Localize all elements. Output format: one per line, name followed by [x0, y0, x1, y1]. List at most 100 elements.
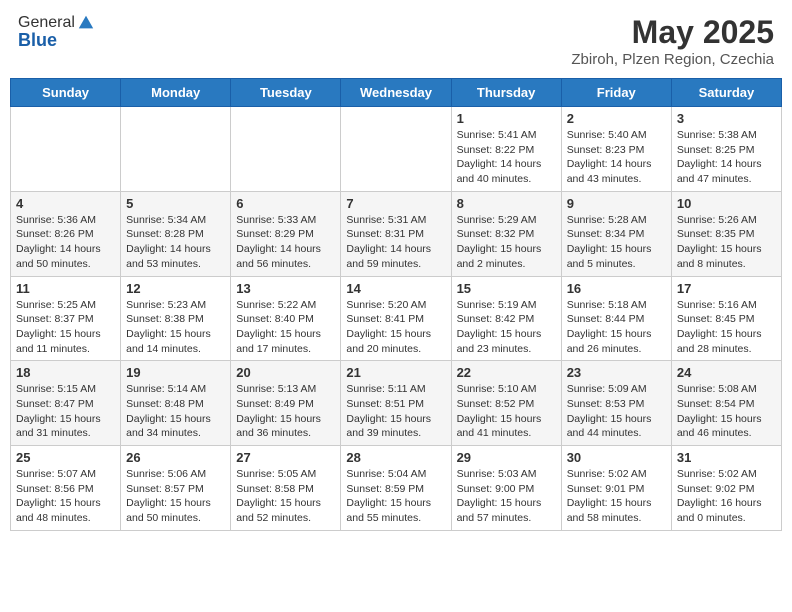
calendar-cell: 16 Sunrise: 5:18 AMSunset: 8:44 PMDayligh…: [561, 276, 671, 361]
day-info: Sunrise: 5:38 AMSunset: 8:25 PMDaylight:…: [677, 128, 776, 187]
day-number: 1: [457, 111, 556, 126]
day-number: 16: [567, 281, 666, 296]
day-number: 6: [236, 196, 335, 211]
day-number: 19: [126, 365, 225, 380]
calendar-week-3: 11Sunrise: 5:25 AMSunset: 8:37 PMDayligh…: [11, 276, 782, 361]
title-block: May 2025 Zbiroh, Plzen Region, Czechia: [571, 14, 774, 68]
calendar-cell: 18Sunrise: 5:15 AMSunset: 8:47 PMDayligh…: [11, 361, 121, 446]
calendar-cell: 5 Sunrise: 5:34 AMSunset: 8:28 PMDaylight…: [121, 191, 231, 276]
day-number: 25: [16, 450, 115, 465]
calendar-cell: 9 Sunrise: 5:28 AMSunset: 8:34 PMDaylight…: [561, 191, 671, 276]
calendar-header-thursday: Thursday: [451, 79, 561, 107]
day-info: Sunrise: 5:04 AMSunset: 8:59 PMDaylight:…: [346, 467, 445, 526]
calendar-week-4: 18Sunrise: 5:15 AMSunset: 8:47 PMDayligh…: [11, 361, 782, 446]
day-number: 17: [677, 281, 776, 296]
calendar-header-saturday: Saturday: [671, 79, 781, 107]
day-number: 28: [346, 450, 445, 465]
calendar-week-5: 25Sunrise: 5:07 AMSunset: 8:56 PMDayligh…: [11, 446, 782, 531]
day-info: Sunrise: 5:40 AMSunset: 8:23 PMDaylight:…: [567, 128, 666, 187]
day-info: Sunrise: 5:16 AMSunset: 8:45 PMDaylight:…: [677, 298, 776, 357]
calendar-header-sunday: Sunday: [11, 79, 121, 107]
day-number: 30: [567, 450, 666, 465]
day-info: Sunrise: 5:05 AMSunset: 8:58 PMDaylight:…: [236, 467, 335, 526]
day-number: 9: [567, 196, 666, 211]
calendar-cell: [121, 107, 231, 192]
logo: General Blue: [18, 14, 95, 51]
day-number: 23: [567, 365, 666, 380]
day-number: 24: [677, 365, 776, 380]
calendar-cell: 13Sunrise: 5:22 AMSunset: 8:40 PMDayligh…: [231, 276, 341, 361]
calendar-header-tuesday: Tuesday: [231, 79, 341, 107]
calendar-cell: 23 Sunrise: 5:09 AMSunset: 8:53 PMDayligh…: [561, 361, 671, 446]
calendar-cell: 22Sunrise: 5:10 AMSunset: 8:52 PMDayligh…: [451, 361, 561, 446]
calendar-cell: [341, 107, 451, 192]
page-title: May 2025: [571, 14, 774, 51]
calendar-header-monday: Monday: [121, 79, 231, 107]
day-info: Sunrise: 5:41 AMSunset: 8:22 PMDaylight:…: [457, 128, 556, 187]
day-info: Sunrise: 5:22 AMSunset: 8:40 PMDaylight:…: [236, 298, 335, 357]
day-info: Sunrise: 5:23 AMSunset: 8:38 PMDaylight:…: [126, 298, 225, 357]
calendar-cell: 4 Sunrise: 5:36 AMSunset: 8:26 PMDaylight…: [11, 191, 121, 276]
calendar-cell: 10Sunrise: 5:26 AMSunset: 8:35 PMDayligh…: [671, 191, 781, 276]
calendar-cell: 19 Sunrise: 5:14 AMSunset: 8:48 PMDayligh…: [121, 361, 231, 446]
calendar-cell: 11Sunrise: 5:25 AMSunset: 8:37 PMDayligh…: [11, 276, 121, 361]
calendar-cell: 20Sunrise: 5:13 AMSunset: 8:49 PMDayligh…: [231, 361, 341, 446]
calendar-cell: 2 Sunrise: 5:40 AMSunset: 8:23 PMDaylight…: [561, 107, 671, 192]
day-info: Sunrise: 5:09 AMSunset: 8:53 PMDaylight:…: [567, 382, 666, 441]
day-info: Sunrise: 5:02 AMSunset: 9:01 PMDaylight:…: [567, 467, 666, 526]
calendar-header-wednesday: Wednesday: [341, 79, 451, 107]
calendar-cell: 24 Sunrise: 5:08 AMSunset: 8:54 PMDayligh…: [671, 361, 781, 446]
day-number: 14: [346, 281, 445, 296]
calendar-week-2: 4 Sunrise: 5:36 AMSunset: 8:26 PMDaylight…: [11, 191, 782, 276]
day-info: Sunrise: 5:31 AMSunset: 8:31 PMDaylight:…: [346, 213, 445, 272]
day-info: Sunrise: 5:20 AMSunset: 8:41 PMDaylight:…: [346, 298, 445, 357]
logo-blue-text: Blue: [18, 30, 95, 51]
day-info: Sunrise: 5:02 AMSunset: 9:02 PMDaylight:…: [677, 467, 776, 526]
day-number: 27: [236, 450, 335, 465]
calendar-table: SundayMondayTuesdayWednesdayThursdayFrid…: [10, 78, 782, 531]
day-number: 31: [677, 450, 776, 465]
day-number: 5: [126, 196, 225, 211]
calendar-cell: 12 Sunrise: 5:23 AMSunset: 8:38 PMDayligh…: [121, 276, 231, 361]
day-info: Sunrise: 5:10 AMSunset: 8:52 PMDaylight:…: [457, 382, 556, 441]
day-number: 21: [346, 365, 445, 380]
day-info: Sunrise: 5:14 AMSunset: 8:48 PMDaylight:…: [126, 382, 225, 441]
day-info: Sunrise: 5:08 AMSunset: 8:54 PMDaylight:…: [677, 382, 776, 441]
day-info: Sunrise: 5:36 AMSunset: 8:26 PMDaylight:…: [16, 213, 115, 272]
day-number: 3: [677, 111, 776, 126]
page-subtitle: Zbiroh, Plzen Region, Czechia: [571, 51, 774, 68]
day-number: 26: [126, 450, 225, 465]
day-info: Sunrise: 5:33 AMSunset: 8:29 PMDaylight:…: [236, 213, 335, 272]
day-number: 18: [16, 365, 115, 380]
calendar-cell: 15Sunrise: 5:19 AMSunset: 8:42 PMDayligh…: [451, 276, 561, 361]
calendar-cell: 21Sunrise: 5:11 AMSunset: 8:51 PMDayligh…: [341, 361, 451, 446]
calendar-cell: 25Sunrise: 5:07 AMSunset: 8:56 PMDayligh…: [11, 446, 121, 531]
day-number: 7: [346, 196, 445, 211]
calendar-cell: 27 Sunrise: 5:05 AMSunset: 8:58 PMDayligh…: [231, 446, 341, 531]
day-info: Sunrise: 5:18 AMSunset: 8:44 PMDaylight:…: [567, 298, 666, 357]
day-number: 8: [457, 196, 556, 211]
logo-triangle-icon: [77, 14, 95, 32]
day-number: 20: [236, 365, 335, 380]
page-header: General Blue May 2025 Zbiroh, Plzen Regi…: [10, 10, 782, 72]
calendar-cell: 28 Sunrise: 5:04 AMSunset: 8:59 PMDayligh…: [341, 446, 451, 531]
day-number: 10: [677, 196, 776, 211]
day-info: Sunrise: 5:29 AMSunset: 8:32 PMDaylight:…: [457, 213, 556, 272]
calendar-cell: 14 Sunrise: 5:20 AMSunset: 8:41 PMDayligh…: [341, 276, 451, 361]
day-number: 12: [126, 281, 225, 296]
day-number: 11: [16, 281, 115, 296]
calendar-header-friday: Friday: [561, 79, 671, 107]
calendar-cell: 26Sunrise: 5:06 AMSunset: 8:57 PMDayligh…: [121, 446, 231, 531]
calendar-cell: 3 Sunrise: 5:38 AMSunset: 8:25 PMDaylight…: [671, 107, 781, 192]
calendar-cell: 7 Sunrise: 5:31 AMSunset: 8:31 PMDaylight…: [341, 191, 451, 276]
day-info: Sunrise: 5:19 AMSunset: 8:42 PMDaylight:…: [457, 298, 556, 357]
day-number: 4: [16, 196, 115, 211]
day-info: Sunrise: 5:34 AMSunset: 8:28 PMDaylight:…: [126, 213, 225, 272]
calendar-cell: 17 Sunrise: 5:16 AMSunset: 8:45 PMDayligh…: [671, 276, 781, 361]
calendar-cell: [11, 107, 121, 192]
calendar-week-1: 1 Sunrise: 5:41 AMSunset: 8:22 PMDaylight…: [11, 107, 782, 192]
day-number: 2: [567, 111, 666, 126]
day-number: 29: [457, 450, 556, 465]
day-info: Sunrise: 5:28 AMSunset: 8:34 PMDaylight:…: [567, 213, 666, 272]
calendar-cell: 6 Sunrise: 5:33 AMSunset: 8:29 PMDaylight…: [231, 191, 341, 276]
